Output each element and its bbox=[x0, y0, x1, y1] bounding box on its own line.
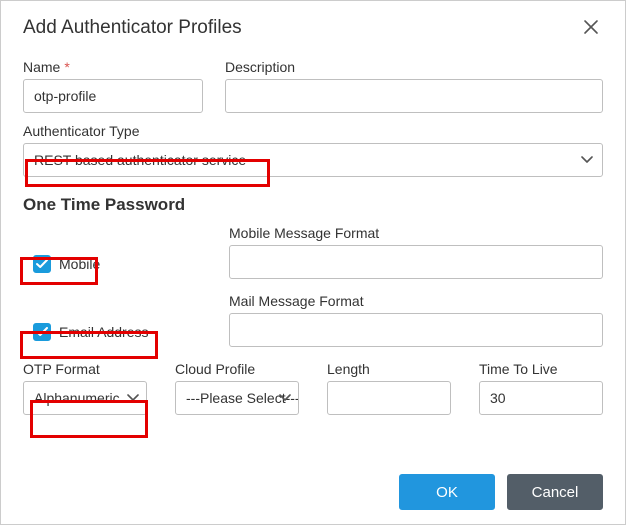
authtype-value: REST based authenticator service bbox=[34, 152, 246, 168]
email-check-cell: Email Address bbox=[23, 323, 229, 347]
length-input[interactable] bbox=[327, 381, 451, 415]
cloud-profile-value: ---Please Select--- bbox=[186, 390, 299, 406]
field-name: Name* bbox=[23, 59, 203, 113]
row-email: Email Address Mail Message Format bbox=[23, 293, 603, 347]
otp-format-label: OTP Format bbox=[23, 361, 147, 377]
authtype-select[interactable]: REST based authenticator service bbox=[23, 143, 603, 177]
field-length: Length bbox=[327, 361, 451, 415]
mail-msg-input[interactable] bbox=[229, 313, 603, 347]
mail-msg-label: Mail Message Format bbox=[229, 293, 603, 309]
name-input[interactable] bbox=[23, 79, 203, 113]
cloud-profile-select[interactable]: ---Please Select--- bbox=[175, 381, 299, 415]
field-description: Description bbox=[225, 59, 603, 113]
dialog-footer: OK Cancel bbox=[399, 474, 603, 510]
ttl-input[interactable] bbox=[479, 381, 603, 415]
field-mail-msg: Mail Message Format bbox=[229, 293, 603, 347]
description-label: Description bbox=[225, 59, 603, 75]
email-checkbox-label[interactable]: Email Address bbox=[59, 324, 148, 340]
row-name-desc: Name* Description bbox=[23, 59, 603, 113]
authtype-label: Authenticator Type bbox=[23, 123, 603, 139]
field-otp-format: OTP Format Alphanumeric bbox=[23, 361, 147, 415]
field-mobile-msg: Mobile Message Format bbox=[229, 225, 603, 279]
cancel-button[interactable]: Cancel bbox=[507, 474, 603, 510]
row-otp-settings: OTP Format Alphanumeric Cloud Profile --… bbox=[23, 361, 603, 415]
dialog: Add Authenticator Profiles Name* Descrip… bbox=[0, 0, 626, 525]
dialog-header: Add Authenticator Profiles bbox=[23, 15, 603, 41]
email-checkbox[interactable] bbox=[33, 323, 51, 341]
mobile-msg-label: Mobile Message Format bbox=[229, 225, 603, 241]
ttl-label: Time To Live bbox=[479, 361, 603, 377]
field-cloud-profile: Cloud Profile ---Please Select--- bbox=[175, 361, 299, 415]
otp-format-value: Alphanumeric bbox=[34, 390, 120, 406]
field-authtype: Authenticator Type REST based authentica… bbox=[23, 123, 603, 177]
mobile-msg-input[interactable] bbox=[229, 245, 603, 279]
field-ttl: Time To Live bbox=[479, 361, 603, 415]
cloud-profile-label: Cloud Profile bbox=[175, 361, 299, 377]
required-indicator: * bbox=[64, 59, 69, 75]
close-icon[interactable] bbox=[579, 15, 603, 41]
length-label: Length bbox=[327, 361, 451, 377]
section-heading-otp: One Time Password bbox=[23, 195, 603, 215]
otp-format-select[interactable]: Alphanumeric bbox=[23, 381, 147, 415]
mobile-check-cell: Mobile bbox=[23, 255, 229, 279]
ok-button[interactable]: OK bbox=[399, 474, 495, 510]
name-label: Name* bbox=[23, 59, 203, 75]
mobile-checkbox-label[interactable]: Mobile bbox=[59, 256, 100, 272]
row-mobile: Mobile Mobile Message Format bbox=[23, 225, 603, 279]
dialog-title: Add Authenticator Profiles bbox=[23, 17, 242, 39]
description-input[interactable] bbox=[225, 79, 603, 113]
mobile-checkbox[interactable] bbox=[33, 255, 51, 273]
